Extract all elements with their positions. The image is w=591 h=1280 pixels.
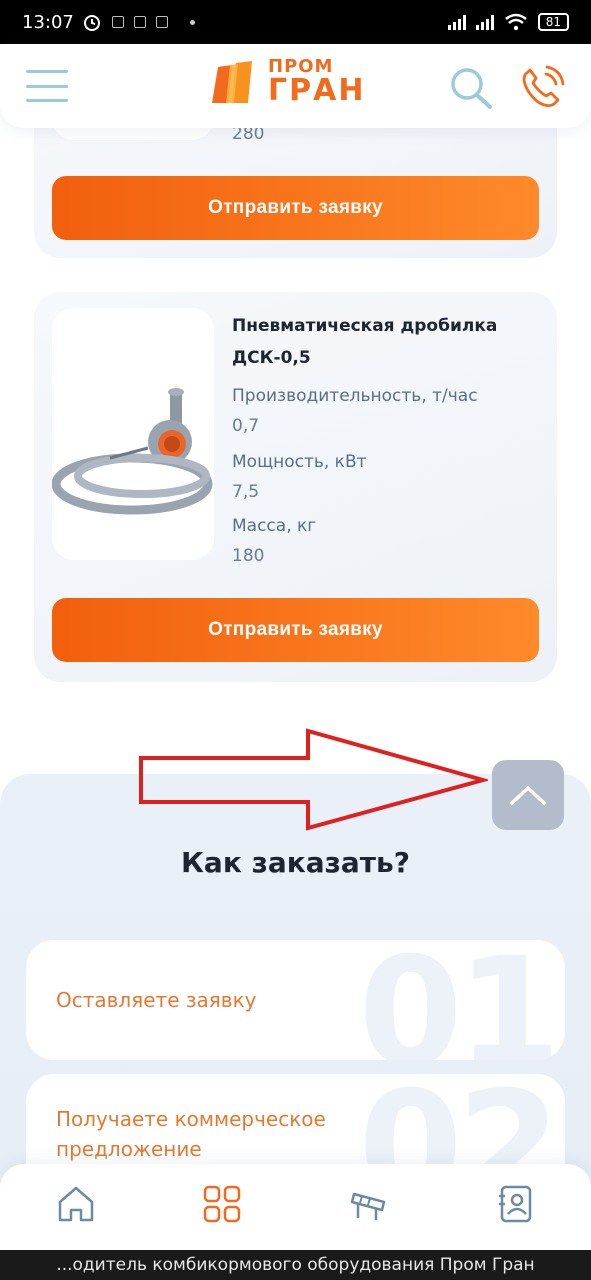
site-header: ПРОМ ГРАН: [0, 44, 591, 128]
wifi-icon: [504, 13, 527, 31]
more-notifications-icon: [189, 19, 195, 25]
status-notification-icons: [82, 12, 195, 32]
product-title: Пневматическая дробилка ДСК-0,5: [232, 316, 498, 368]
notification-icon: [155, 16, 168, 28]
section-title: Как заказать?: [181, 846, 410, 879]
product-image[interactable]: [52, 308, 214, 560]
chevron-up-icon: [510, 786, 546, 805]
catalog-grid-icon[interactable]: [202, 1184, 242, 1224]
step-number: 01: [358, 940, 561, 1060]
spec-value: 0,7: [232, 416, 260, 436]
status-bar: 13:07 81: [0, 0, 591, 44]
send-request-button[interactable]: Отправить заявку: [52, 598, 539, 662]
scroll-to-top-button[interactable]: [492, 760, 564, 830]
page-title-caption: ...одитель комбикормового оборудования П…: [0, 1250, 591, 1280]
bottom-navigation: [0, 1164, 591, 1250]
logo-text-bottom: ГРАН: [268, 73, 366, 108]
search-icon[interactable]: [448, 66, 494, 110]
contacts-icon[interactable]: [496, 1184, 536, 1224]
product-card: Пневматическая дробилка ДСК-0,5 Производ…: [34, 292, 557, 682]
signal-icon: [447, 14, 466, 30]
notification-icon: [111, 16, 124, 28]
alarm-icon: [83, 15, 100, 31]
notification-icon: [133, 16, 146, 28]
spec-item: Масса, кг 180: [232, 516, 316, 566]
spec-item: Производительность, т/час 0,7: [232, 386, 478, 436]
spec-label: Масса, кг: [232, 516, 317, 536]
step-text: Получаете коммерческое предложение: [56, 1107, 326, 1161]
menu-icon[interactable]: [26, 70, 68, 102]
order-step: 01 Оставляете заявку: [26, 940, 565, 1060]
status-time: 13:07: [22, 11, 74, 33]
phone-icon[interactable]: [518, 64, 566, 110]
pneumatic-crusher-image: [52, 388, 213, 515]
spec-item: Мощность, кВт 7,5: [232, 452, 367, 502]
logo-mark-icon: [212, 61, 252, 103]
home-icon[interactable]: [56, 1184, 96, 1224]
spec-value: 7,5: [232, 482, 260, 502]
annotation-arrow: [139, 728, 488, 831]
equipment-icon[interactable]: [350, 1184, 390, 1224]
signal-icon: [475, 14, 494, 30]
spec-value: 180: [232, 546, 265, 566]
step-text: Оставляете заявку: [56, 988, 257, 1012]
send-request-button[interactable]: Отправить заявку: [52, 176, 539, 240]
spec-label: Производительность, т/час: [232, 386, 478, 406]
spec-label: Мощность, кВт: [232, 452, 367, 472]
logo[interactable]: ПРОМ ГРАН: [212, 58, 365, 106]
battery-icon: 81: [537, 13, 569, 31]
